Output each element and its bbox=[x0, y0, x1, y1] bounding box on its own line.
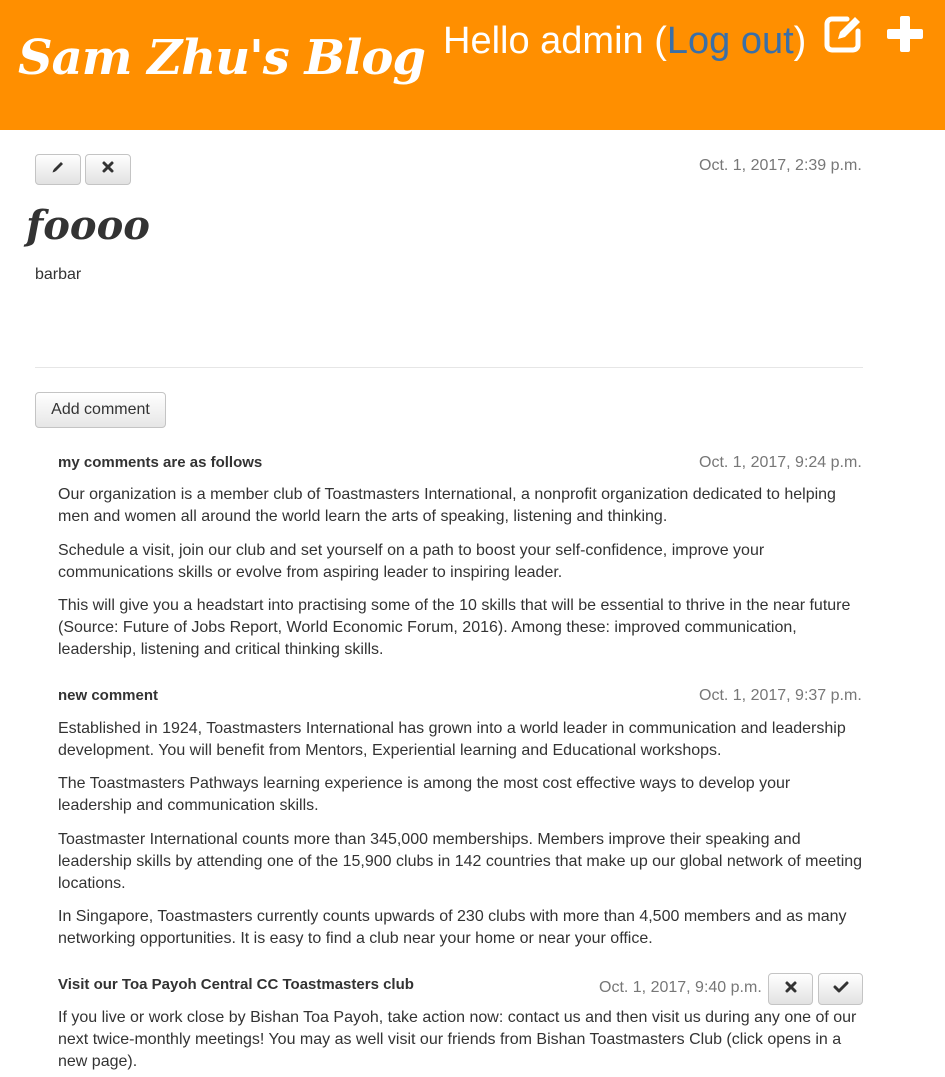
comment-date: Oct. 1, 2017, 9:24 p.m. bbox=[699, 454, 862, 471]
site-brand-link[interactable]: Sam Zhu's Blog bbox=[18, 30, 426, 86]
comment-date: Oct. 1, 2017, 9:40 p.m. bbox=[599, 979, 762, 996]
comment-paragraph: Toastmaster International counts more th… bbox=[58, 831, 863, 892]
checkmark-icon bbox=[833, 980, 849, 999]
comment-paragraph: This will give you a headstart into prac… bbox=[58, 597, 851, 658]
post-body: barbar bbox=[35, 266, 82, 283]
approve-comment-button[interactable] bbox=[818, 973, 863, 1005]
divider bbox=[35, 367, 863, 368]
comment-title: my comments are as follows bbox=[58, 454, 263, 471]
site-header: Sam Zhu's Blog Hello admin (Log out) bbox=[0, 0, 945, 130]
comment-paragraph: In Singapore, Toastmasters currently cou… bbox=[58, 908, 847, 947]
post-title: foooo bbox=[26, 202, 150, 249]
comment-paragraph: Schedule a visit, join our club and set … bbox=[58, 542, 765, 581]
comment-title: new comment bbox=[58, 687, 159, 704]
comment-title: Visit our Toa Payoh Central CC Toastmast… bbox=[58, 976, 414, 993]
user-greeting: Hello admin (Log out) bbox=[443, 20, 806, 63]
edit-square-icon[interactable] bbox=[823, 14, 863, 54]
comment-paragraph: Established in 1924, Toastmasters Intern… bbox=[58, 720, 846, 759]
add-comment-button[interactable]: Add comment bbox=[35, 392, 166, 428]
comment-paragraph: If you live or work close by Bishan Toa … bbox=[58, 1009, 857, 1070]
pencil-icon bbox=[50, 159, 66, 180]
edit-post-button[interactable] bbox=[35, 154, 81, 185]
greeting-suffix: ) bbox=[793, 20, 807, 62]
comment-paragraph: The Toastmasters Pathways learning exper… bbox=[58, 775, 791, 814]
close-icon bbox=[784, 980, 798, 999]
comment-date: Oct. 1, 2017, 9:37 p.m. bbox=[699, 687, 862, 704]
reject-comment-button[interactable] bbox=[768, 973, 813, 1005]
delete-post-button[interactable] bbox=[85, 154, 131, 185]
post-date: Oct. 1, 2017, 2:39 p.m. bbox=[699, 157, 862, 174]
greeting-prefix: Hello admin ( bbox=[443, 20, 667, 62]
logout-link[interactable]: Log out bbox=[667, 20, 794, 62]
close-icon bbox=[101, 160, 115, 179]
plus-icon[interactable] bbox=[885, 14, 925, 54]
comment-paragraph: Our organization is a member club of Toa… bbox=[58, 486, 836, 525]
